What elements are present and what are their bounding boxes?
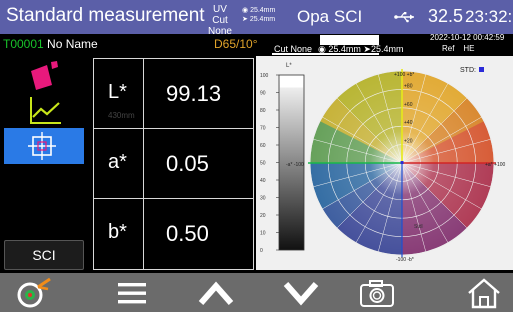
temperature: 32.5 [428, 6, 464, 26]
ab-tick-label: +80 [404, 83, 413, 89]
sci-button[interactable]: SCI [4, 240, 84, 270]
aperture-arrow-icon: ➤ [242, 16, 248, 23]
l-tick-label: 90 [260, 91, 266, 97]
down-arrow-icon[interactable] [279, 276, 323, 310]
sub-cut-label: Cut None [274, 44, 313, 54]
value-number: 0.50 [166, 221, 209, 246]
value-separator [143, 129, 144, 198]
value-separator [143, 199, 144, 269]
value-label: b* [108, 221, 127, 243]
usb-icon [394, 12, 414, 23]
crosshair-icon [28, 132, 56, 160]
l-tick-label: 0 [260, 248, 263, 254]
lab-chart-panel: L* 100 90 80 70 60 50 40 30 20 10 0 +80 … [256, 56, 513, 270]
menu-icon[interactable] [110, 276, 154, 310]
graph-icon[interactable] [27, 95, 63, 125]
home-icon[interactable] [462, 276, 506, 310]
l-tick-label: 70 [260, 126, 266, 132]
ab-tick-label: +60 [404, 102, 413, 108]
clock: 23:32:19 [465, 7, 513, 26]
value-row-b: b* 0.50 [94, 199, 253, 269]
l-scale-title: L* [286, 63, 292, 69]
value-label: L* [108, 81, 127, 103]
aperture-top: 25.4mm [250, 7, 276, 14]
ab-color-wheel: +80+60+40+20 +100 +b* -100 -b* -a* -100 … [286, 69, 506, 263]
axis-label-right: +a* +100 [485, 162, 506, 168]
sub-aperture-a: 25.4mm [328, 44, 361, 54]
value-row-a: a* 0.05 [94, 129, 253, 199]
value-number: 0.05 [166, 151, 209, 176]
aperture-status: ◉ 25.4mm ➤ 25.4mm [242, 6, 275, 24]
illuminant: D65/10° [214, 37, 258, 51]
aperture-target-icon: ◉ [242, 7, 249, 14]
sub-aperture-b: 25.4mm [370, 44, 404, 54]
sub-aperture: ◉ 25.4mm ➤25.4mm [318, 44, 403, 55]
camera-icon[interactable] [355, 276, 399, 310]
uv-status: UV Cut None [200, 4, 240, 37]
hf-label: HE [463, 44, 475, 53]
up-arrow-icon[interactable] [194, 276, 238, 310]
value-separator [143, 59, 144, 128]
ref-label: Ref [442, 44, 455, 53]
axis-label-bottom: -100 -b* [396, 257, 414, 263]
arrow-small-icon: ➤ [363, 44, 371, 54]
l-tick-label: 50 [260, 161, 266, 167]
ab-tick-label: +20 [404, 139, 413, 145]
color-values-table: L* 430mm 99.13 a* 0.05 b* 0.50 [93, 58, 254, 270]
l-tick-label: 60 [260, 143, 266, 149]
target-small-icon: ◉ [318, 44, 326, 54]
ab-tick-label: +40 [404, 120, 413, 126]
page-title: Standard measurement [6, 5, 205, 26]
l-tick-label: 30 [260, 196, 266, 202]
std-legend-marker [479, 67, 484, 72]
value-label: a* [108, 151, 127, 173]
value-ghost-text: 430mm [108, 111, 135, 120]
axis-label-left: -a* -100 [286, 162, 304, 168]
l-tick-label: 100 [260, 73, 269, 79]
l-tick-label: 10 [260, 231, 266, 237]
sample-number: T00001 [3, 37, 44, 51]
measure-date: 2022-10-12 00:42:59 [430, 33, 505, 42]
mode-label: Opa SCI [297, 7, 363, 26]
l-tick-label: 80 [260, 108, 266, 114]
l-value-marker [280, 75, 303, 88]
value-row-l: L* 430mm 99.13 [94, 59, 253, 129]
l-tick-label: 40 [260, 178, 266, 184]
color-palette-icon[interactable] [27, 61, 63, 91]
axis-label-inner: Stdl [414, 224, 423, 230]
value-number: 99.13 [166, 81, 222, 106]
aperture-bottom: 25.4mm [249, 16, 276, 23]
ab-data-point [400, 161, 404, 165]
target-icon[interactable] [12, 276, 56, 310]
uv-label: UV [213, 4, 227, 15]
std-legend-label: STD: [460, 67, 476, 74]
sample-name: No Name [47, 37, 98, 51]
sample-id[interactable]: T00001 No Name [3, 37, 98, 51]
l-scale: L* 1009080706050403020100 [260, 63, 305, 254]
bottom-toolbar [0, 273, 513, 312]
ref-status: Ref HE [442, 44, 474, 53]
axis-label-top: +100 +b* [394, 72, 414, 78]
lab-chart: L* 1009080706050403020100 +80+60+40+20 +… [260, 63, 506, 263]
l-tick-label: 20 [260, 213, 266, 219]
